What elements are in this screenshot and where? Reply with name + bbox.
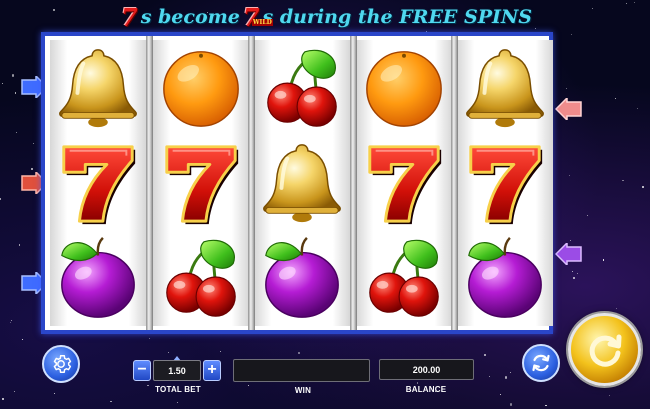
reel-divider xyxy=(350,36,357,330)
banner-text-part-1: s become xyxy=(140,6,240,28)
balance-label: BALANCE xyxy=(405,385,447,394)
reel-3 xyxy=(254,40,350,326)
orange-symbol xyxy=(356,40,452,135)
reel-5 xyxy=(457,40,553,326)
seven-symbol xyxy=(457,135,553,230)
star-decoration xyxy=(483,353,486,356)
banner-wild-seven-digit: 7 xyxy=(242,2,260,32)
star-decoration xyxy=(602,259,605,261)
gear-icon xyxy=(53,355,72,373)
spin-button[interactable] xyxy=(568,313,641,386)
star-decoration xyxy=(569,239,571,242)
total-bet-label: TOTAL BET xyxy=(155,385,201,394)
reels-frame xyxy=(41,32,553,334)
star-decoration xyxy=(247,385,249,386)
win-label: WIN xyxy=(294,386,312,395)
spin-icon xyxy=(589,334,621,367)
balance-display: 200.00 xyxy=(379,359,474,380)
plum-symbol xyxy=(50,230,146,325)
plum-symbol xyxy=(254,230,350,325)
star-decoration xyxy=(15,131,17,133)
cherry-symbol xyxy=(254,40,350,135)
autoplay-icon xyxy=(532,354,550,372)
star-decoration xyxy=(2,398,4,400)
reel-4 xyxy=(356,40,452,326)
free-spins-banner: 7 s become 7 WILD s during the FREE SPINS xyxy=(0,2,650,32)
cherry-symbol xyxy=(356,230,452,325)
decrease-bet-button[interactable]: − xyxy=(133,360,151,381)
star-decoration xyxy=(21,339,23,340)
reel-divider xyxy=(451,36,458,330)
banner-wild-seven-symbol: 7 WILD xyxy=(242,2,273,32)
seven-symbol xyxy=(356,135,452,230)
star-decoration xyxy=(587,214,589,216)
payline-arrow-right-2 xyxy=(555,243,582,265)
reel-1 xyxy=(50,40,146,326)
bell-symbol xyxy=(457,40,553,135)
star-decoration xyxy=(499,394,501,395)
win-display xyxy=(233,359,370,382)
reel-2 xyxy=(153,40,249,326)
star-decoration xyxy=(504,376,507,379)
banner-text-part-2: s during the FREE SPINS xyxy=(262,6,533,28)
star-decoration xyxy=(298,352,300,354)
cherry-symbol xyxy=(153,230,249,325)
plum-symbol xyxy=(457,230,553,325)
star-decoration xyxy=(11,74,14,77)
orange-symbol xyxy=(153,40,249,135)
settings-button[interactable] xyxy=(42,345,80,383)
banner-seven-symbol: 7 xyxy=(120,2,138,32)
reel-divider xyxy=(146,36,153,330)
star-decoration xyxy=(572,276,575,279)
star-decoration xyxy=(10,319,12,321)
bell-symbol xyxy=(50,40,146,135)
star-decoration xyxy=(30,167,34,170)
seven-symbol xyxy=(153,135,249,230)
star-decoration xyxy=(1,82,3,84)
banner-wild-tag: WILD xyxy=(251,18,273,26)
star-decoration xyxy=(148,338,150,339)
autoplay-button[interactable] xyxy=(522,344,560,382)
bet-value-display: 1.50 xyxy=(153,360,201,381)
bell-symbol xyxy=(254,135,350,230)
payline-arrow-right-1 xyxy=(555,98,582,120)
star-decoration xyxy=(545,404,547,407)
star-decoration xyxy=(608,394,610,397)
star-decoration xyxy=(641,185,645,188)
increase-bet-button[interactable]: + xyxy=(203,360,221,381)
reel-divider xyxy=(248,36,255,330)
seven-symbol xyxy=(50,135,146,230)
